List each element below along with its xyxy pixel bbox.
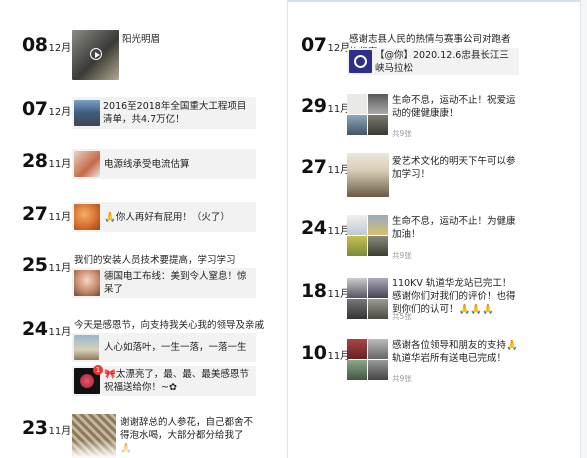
photo-grid[interactable] xyxy=(347,215,388,256)
post-day: 24 xyxy=(22,318,48,340)
photo-grid[interactable] xyxy=(347,94,388,135)
post-day: 07 xyxy=(301,34,327,56)
photo[interactable] xyxy=(347,360,367,380)
photo-grid[interactable] xyxy=(347,278,388,319)
photo[interactable] xyxy=(347,339,367,359)
post-date: 2911月 xyxy=(301,95,350,117)
shared-article-card[interactable]: 德国电工布线：美到令人窒息！惊呆了 xyxy=(72,268,256,298)
music-icon xyxy=(349,50,372,73)
post-date: 2711月 xyxy=(301,156,350,178)
photo[interactable] xyxy=(368,94,388,114)
post-day: 08 xyxy=(22,34,48,56)
music-title: 【@你】2020.12.6忠县长江三峡马拉松 xyxy=(375,50,509,74)
moments-timeline-right: 0712月 感谢志县人民的热情与赛事公司对跑者的归宿 【@你】2020.12.6… xyxy=(287,0,580,458)
bottom-fade xyxy=(0,440,287,458)
post-date: 0812月 xyxy=(22,34,71,56)
photo[interactable] xyxy=(347,299,367,319)
article-title: 德国电工布线：美到令人窒息！惊呆了 xyxy=(104,271,247,295)
post-day: 07 xyxy=(22,98,48,120)
photo[interactable] xyxy=(368,339,388,359)
shared-article-card[interactable]: 人心如落叶，一生一落，一落一生 xyxy=(72,333,256,362)
article-thumbnail: 1 xyxy=(74,365,103,394)
flower-icon xyxy=(80,374,94,388)
photo[interactable] xyxy=(368,236,388,256)
scrollbar-track[interactable] xyxy=(580,0,587,458)
post-date: 2711月 xyxy=(22,203,71,225)
photo-count: 共9张 xyxy=(392,129,412,138)
photo[interactable] xyxy=(368,115,388,135)
photo[interactable] xyxy=(347,236,367,256)
post-month: 11月 xyxy=(48,327,72,338)
shared-music-card[interactable]: 【@你】2020.12.6忠县长江三峡马拉松 xyxy=(347,48,519,75)
photo-count: 共9张 xyxy=(392,374,412,383)
photo[interactable] xyxy=(347,94,367,114)
post-caption: 爱艺术文化的明天下午可以参加学习！ xyxy=(392,156,516,180)
video-thumbnail[interactable] xyxy=(72,30,119,80)
article-thumbnail xyxy=(74,151,100,177)
moments-timeline-left: 0812月 阳光明眉 0712月 2016至2018年全国重大工程项目清单，共4… xyxy=(0,0,287,458)
post-day: 25 xyxy=(22,254,48,276)
post-date: 0712月 xyxy=(301,34,350,56)
post-caption: 感谢各位领导和朋友的支持🙏轨道华岩所有送电已完成！ xyxy=(392,340,518,364)
post-month: 12月 xyxy=(48,43,72,54)
article-title: 🙏你人再好有屁用！（火了） xyxy=(104,212,230,223)
post-date: 1011月 xyxy=(301,342,350,364)
post-month: 11月 xyxy=(48,263,72,274)
photo-thumbnail[interactable] xyxy=(347,153,389,197)
post-month: 11月 xyxy=(48,159,72,170)
photo[interactable] xyxy=(368,299,388,319)
post-date: 2311月 xyxy=(22,417,71,439)
photo[interactable] xyxy=(347,215,367,235)
post-caption: 今天是感恩节，向支持我关心我的领导及亲戚 xyxy=(74,320,265,331)
photo-grid[interactable] xyxy=(347,339,388,380)
post-month: 12月 xyxy=(48,107,72,118)
photo[interactable] xyxy=(347,115,367,135)
post-day: 10 xyxy=(301,342,327,364)
article-title: 人心如落叶，一生一落，一落一生 xyxy=(104,342,247,353)
article-thumbnail xyxy=(74,204,100,230)
photo[interactable] xyxy=(368,278,388,298)
post-day: 28 xyxy=(22,150,48,172)
post-day: 18 xyxy=(301,280,327,302)
play-icon[interactable] xyxy=(90,48,102,60)
photo[interactable] xyxy=(368,215,388,235)
article-title: 电源线承受电流估算 xyxy=(104,159,190,170)
post-day: 27 xyxy=(22,203,48,225)
shared-article-card[interactable]: 电源线承受电流估算 xyxy=(72,149,256,179)
photo[interactable] xyxy=(347,278,367,298)
post-text[interactable]: 阳光明眉 xyxy=(122,33,160,46)
photo-count: 共9张 xyxy=(392,251,412,260)
post-day: 29 xyxy=(301,95,327,117)
shared-article-card[interactable]: 1 🎀太漂亮了，最、最、最美感恩节祝福送给你！~✿ xyxy=(72,365,256,396)
post-day: 23 xyxy=(22,417,48,439)
photo-count: 共5张 xyxy=(392,312,412,321)
post-month: 11月 xyxy=(48,212,72,223)
post-date: 0712月 xyxy=(22,98,71,120)
photo[interactable] xyxy=(368,360,388,380)
post-day: 27 xyxy=(301,156,327,178)
article-thumbnail xyxy=(74,335,99,360)
post-date: 2411月 xyxy=(301,217,350,239)
article-thumbnail xyxy=(74,270,100,296)
post-date: 2511月 xyxy=(22,254,71,276)
post-date: 2411月 xyxy=(22,318,71,340)
article-title: 2016至2018年全国重大工程项目清单，共4.7万亿！ xyxy=(103,101,247,125)
shared-article-card[interactable]: 2016至2018年全国重大工程项目清单，共4.7万亿！ xyxy=(72,97,256,129)
article-title: 🎀太漂亮了，最、最、最美感恩节祝福送给你！~✿ xyxy=(104,369,249,393)
post-month: 11月 xyxy=(48,426,72,437)
post-date: 1811月 xyxy=(301,280,350,302)
article-thumbnail xyxy=(74,100,100,126)
post-caption: 生命不息，运动不止！祝爱运动的健健康康！ xyxy=(392,95,516,119)
notification-badge: 1 xyxy=(93,365,103,375)
post-caption: 我们的安装人员技术要提高，学习学习 xyxy=(74,255,236,266)
post-date: 2811月 xyxy=(22,150,71,172)
shared-article-card[interactable]: 🙏你人再好有屁用！（火了） xyxy=(72,202,256,232)
post-caption: 生命不息，运动不止！为健康加油！ xyxy=(392,216,516,240)
post-day: 24 xyxy=(301,217,327,239)
